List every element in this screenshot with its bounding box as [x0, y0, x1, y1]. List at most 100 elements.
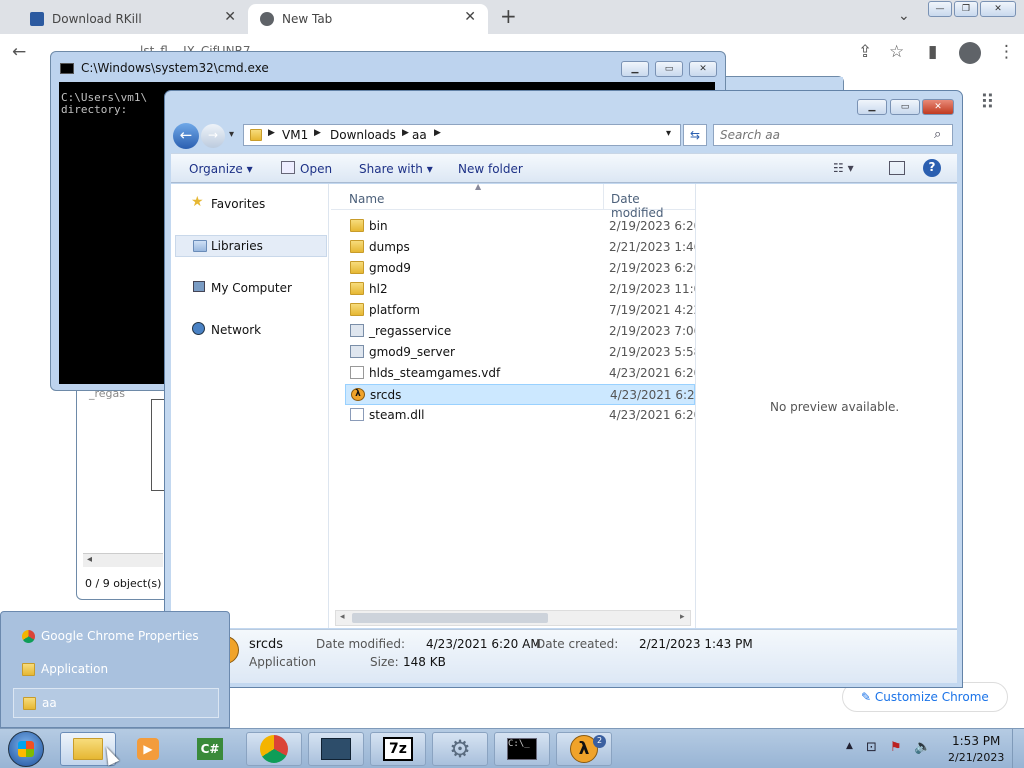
details-date-modified: 4/23/2021 6:20 AM: [426, 637, 541, 651]
show-desktop-button[interactable]: [1012, 729, 1024, 768]
breadcrumb-chevron-icon[interactable]: ▶: [268, 128, 275, 138]
profile-avatar-icon[interactable]: [959, 42, 981, 64]
details-date-modified-label: Date modified:: [316, 637, 406, 651]
address-dropdown-icon[interactable]: ▾: [666, 128, 671, 139]
taskbar-cmd-button[interactable]: C:\_: [494, 732, 550, 766]
taskbar-7zip-button[interactable]: 7z: [370, 732, 426, 766]
explorer-maximize-button[interactable]: ▭: [890, 99, 920, 115]
search-box[interactable]: ⌕: [713, 124, 953, 146]
bookmark-star-icon[interactable]: ☆: [889, 42, 904, 62]
view-options-icon[interactable]: ☷ ▾: [833, 161, 854, 175]
jumplist-item-chrome-properties[interactable]: Google Chrome Properties: [13, 622, 219, 652]
refresh-button[interactable]: ⇆: [683, 124, 707, 146]
file-list-hscrollbar[interactable]: ◂ ▸: [335, 610, 691, 626]
column-divider[interactable]: [603, 184, 604, 210]
column-name[interactable]: Name: [349, 192, 384, 206]
file-row[interactable]: steam.dll 4/23/2021 6:20 A: [345, 405, 695, 426]
close-tab-icon[interactable]: ✕: [464, 9, 476, 25]
side-panel-icon[interactable]: ▮: [928, 42, 937, 62]
nav-libraries[interactable]: Libraries: [211, 239, 263, 253]
file-row[interactable]: dumps 2/21/2023 1:46 P: [345, 237, 695, 258]
show-hidden-icons-chevron-icon[interactable]: ▲: [846, 741, 853, 751]
share-with-menu[interactable]: Share with ▾: [359, 162, 433, 176]
taskbar-task-manager-button[interactable]: [308, 732, 364, 766]
organize-menu[interactable]: Organize ▾: [189, 162, 253, 176]
folder-icon: [350, 282, 364, 295]
document-icon: [350, 366, 364, 379]
folder-icon: [350, 303, 364, 316]
jumplist-item-aa[interactable]: aa: [13, 688, 219, 718]
address-bar[interactable]: ▶ VM1 ▶ Downloads ▶ aa ▶ ▾: [243, 124, 681, 146]
share-icon[interactable]: ⇪: [858, 42, 872, 62]
pencil-icon: ✎: [861, 690, 872, 704]
taskbar-settings-button[interactable]: ⚙: [432, 732, 488, 766]
sort-arrow-icon: ▲: [475, 182, 482, 191]
file-row[interactable]: _regasservice 2/19/2023 7:06 P: [345, 321, 695, 342]
breadcrumb-downloads[interactable]: Downloads: [330, 128, 396, 142]
folder-icon: [350, 261, 364, 274]
taskbar-csharp-button[interactable]: C#: [184, 732, 236, 766]
command-bar: Organize ▾ Open Share with ▾ New folder …: [171, 153, 957, 183]
file-row[interactable]: gmod9_server 2/19/2023 5:58 P: [345, 342, 695, 363]
file-row[interactable]: gmod9 2/19/2023 6:20 P: [345, 258, 695, 279]
back-arrow-icon[interactable]: ←: [12, 42, 26, 62]
file-row[interactable]: platform 7/19/2021 4:22 P: [345, 300, 695, 321]
explorer-window[interactable]: ▁ ▭ ✕ ← → ▾ ▶ VM1 ▶ Downloads ▶ aa ▶ ▾ ⇆…: [164, 90, 963, 688]
file-row[interactable]: hl2 2/19/2023 11:01: [345, 279, 695, 300]
file-date-modified: 2/19/2023 5:58 P: [609, 345, 695, 359]
nav-network[interactable]: Network: [211, 323, 261, 337]
breadcrumb-chevron-icon[interactable]: ▶: [434, 128, 441, 138]
tab-download-rkill[interactable]: Download RKill ✕: [8, 4, 248, 34]
folder-icon: [250, 129, 262, 141]
forward-button[interactable]: →: [201, 124, 225, 148]
tab-new-tab[interactable]: New Tab ✕: [248, 4, 488, 34]
horizontal-scrollbar[interactable]: ◂: [83, 553, 163, 567]
clock-time[interactable]: 1:53 PM: [952, 734, 1000, 748]
taskbar-srcds-button[interactable]: λ 2: [556, 732, 612, 766]
preview-pane-icon[interactable]: [889, 161, 905, 175]
breadcrumb-vm1[interactable]: VM1: [282, 128, 308, 142]
scroll-thumb[interactable]: [352, 613, 548, 623]
close-tab-icon[interactable]: ✕: [224, 9, 236, 25]
recent-pages-chevron-icon[interactable]: ▾: [229, 129, 234, 140]
window-count-badge: 2: [593, 735, 606, 748]
back-button[interactable]: ←: [173, 123, 199, 149]
file-row[interactable]: bin 2/19/2023 6:20 P: [345, 216, 695, 237]
file-name: bin: [369, 219, 388, 233]
open-button[interactable]: Open: [300, 162, 332, 176]
cmd-minimize-button[interactable]: ▁: [621, 61, 649, 77]
scroll-left-arrow-icon[interactable]: ◂: [340, 612, 345, 622]
apps-grid-icon[interactable]: ⠿: [980, 90, 995, 114]
cmd-close-button[interactable]: ✕: [689, 61, 717, 77]
nav-my-computer[interactable]: My Computer: [211, 281, 292, 295]
tab-search-chevron-icon[interactable]: ⌄: [898, 8, 910, 24]
nav-favorites[interactable]: Favorites: [211, 197, 265, 211]
network-tray-icon[interactable]: ⊡: [866, 740, 877, 755]
volume-icon[interactable]: 🔈: [914, 739, 931, 755]
cmd-maximize-button[interactable]: ▭: [655, 61, 683, 77]
explorer-minimize-button[interactable]: ▁: [857, 99, 887, 115]
new-tab-button[interactable]: +: [500, 4, 517, 28]
menu-kebab-icon[interactable]: ⋮: [998, 42, 1015, 62]
explorer-close-button[interactable]: ✕: [922, 99, 954, 115]
close-button[interactable]: ✕: [980, 1, 1016, 17]
breadcrumb-aa[interactable]: aa: [412, 128, 427, 142]
file-row[interactable]: hlds_steamgames.vdf 4/23/2021 6:20 A: [345, 363, 695, 384]
taskbar-media-player-button[interactable]: ▶: [122, 732, 174, 766]
column-header-row: ▲ Name Date modified: [331, 182, 695, 220]
monitor-icon: [321, 738, 351, 760]
breadcrumb-chevron-icon[interactable]: ▶: [314, 128, 321, 138]
maximize-button[interactable]: ❐: [954, 1, 978, 17]
file-row[interactable]: λsrcds 4/23/2021 6:20 A: [345, 384, 696, 405]
search-input[interactable]: [720, 128, 920, 142]
minimize-button[interactable]: —: [928, 1, 952, 17]
taskbar-chrome-button[interactable]: [246, 732, 302, 766]
clock-date[interactable]: 2/21/2023: [948, 751, 1004, 764]
jumplist-item-application[interactable]: Application: [13, 655, 219, 685]
help-icon[interactable]: ?: [923, 159, 941, 177]
breadcrumb-chevron-icon[interactable]: ▶: [402, 128, 409, 138]
action-center-flag-icon[interactable]: ⚑: [890, 740, 902, 755]
new-folder-button[interactable]: New folder: [458, 162, 523, 176]
start-button[interactable]: [8, 731, 44, 767]
scroll-right-arrow-icon[interactable]: ▸: [680, 612, 685, 622]
